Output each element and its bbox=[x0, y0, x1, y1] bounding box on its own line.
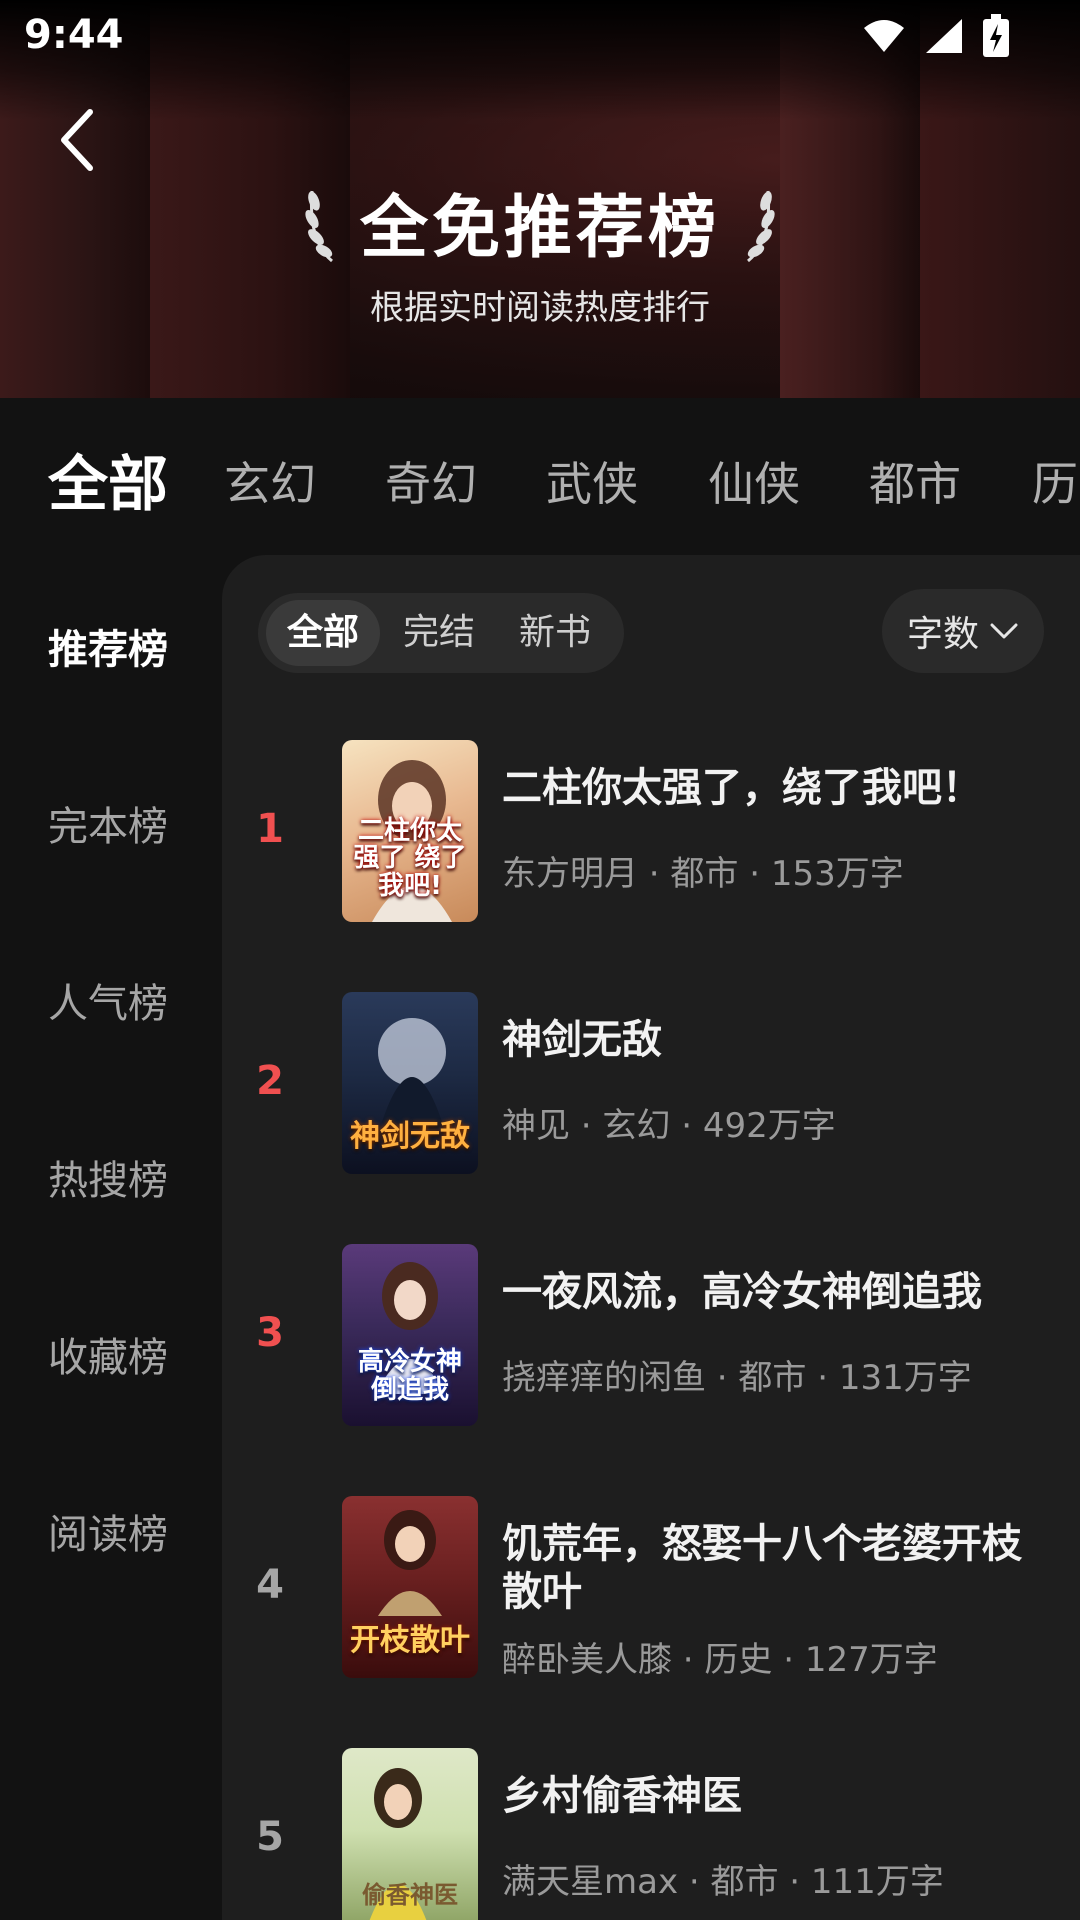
tab-wuxia[interactable]: 武侠 bbox=[546, 448, 638, 514]
cover-title: 偷香神医 bbox=[362, 1880, 458, 1909]
book-item[interactable]: 3 高冷女神 倒追我 一夜风流，高冷女神倒追我 挠痒痒的闲鱼 · 都市 · 13… bbox=[222, 1244, 1080, 1444]
tab-lishi[interactable]: 历 bbox=[1032, 448, 1078, 514]
page-title: 全免推荐榜 bbox=[302, 172, 778, 271]
chevron-down-icon bbox=[990, 623, 1018, 639]
book-cover: 高冷女神 倒追我 bbox=[342, 1244, 478, 1426]
rank-number: 1 bbox=[256, 806, 284, 852]
page-subtitle: 根据实时阅读热度排行 bbox=[370, 288, 710, 328]
book-meta: 满天星max · 都市 · 111万字 bbox=[502, 1862, 944, 1902]
back-button[interactable] bbox=[52, 100, 112, 180]
tab-xianxia[interactable]: 仙侠 bbox=[708, 448, 800, 514]
book-meta: 挠痒痒的闲鱼 · 都市 · 131万字 bbox=[502, 1358, 972, 1398]
cover-title: 神剑无敌 bbox=[350, 1118, 470, 1154]
wifi-icon bbox=[864, 20, 904, 52]
category-tabs: 全部 玄幻 奇幻 武侠 仙侠 都市 历 bbox=[0, 398, 1080, 553]
sidebar-item-favorites[interactable]: 收藏榜 bbox=[48, 1325, 168, 1383]
sort-label: 字数 bbox=[906, 614, 979, 655]
laurel-left-icon bbox=[305, 190, 333, 262]
book-cover: 二柱你太强了 绕了我吧! bbox=[342, 740, 478, 922]
rank-number: 3 bbox=[256, 1310, 284, 1356]
book-cover: 开枝散叶 bbox=[342, 1496, 478, 1678]
sidebar-item-completed[interactable]: 完本榜 bbox=[48, 794, 168, 852]
book-title: 饥荒年，怒娶十八个老婆开枝散叶 bbox=[502, 1521, 1022, 1615]
sidebar-item-popular[interactable]: 人气榜 bbox=[48, 971, 168, 1029]
page-title-wrap: 全免推荐榜 bbox=[0, 172, 1080, 271]
rank-number: 2 bbox=[256, 1058, 284, 1104]
book-cover: 偷香神医 bbox=[342, 1748, 478, 1920]
book-meta: 醉卧美人膝 · 历史 · 127万字 bbox=[502, 1640, 938, 1680]
filter-chip-all[interactable]: 全部 bbox=[266, 600, 380, 666]
book-meta: 神见 · 玄幻 · 492万字 bbox=[502, 1106, 836, 1146]
book-cover: 神剑无敌 bbox=[342, 992, 478, 1174]
tab-xuanhuan[interactable]: 玄幻 bbox=[224, 448, 316, 514]
status-time: 9:44 bbox=[24, 12, 124, 58]
battery-charging-icon bbox=[983, 14, 1009, 57]
book-title: 一夜风流，高冷女神倒追我 bbox=[502, 1269, 982, 1315]
tab-qihuan[interactable]: 奇幻 bbox=[385, 448, 477, 514]
book-title: 神剑无敌 bbox=[502, 1017, 662, 1063]
book-item[interactable]: 4 开枝散叶 饥荒年，怒娶十八个老婆开枝散叶 醉卧美人膝 · 历史 · 127万… bbox=[222, 1496, 1080, 1696]
filter-chip-new[interactable]: 新书 bbox=[498, 600, 612, 666]
sidebar-item-reading[interactable]: 阅读榜 bbox=[48, 1502, 168, 1560]
status-icons bbox=[862, 14, 1010, 58]
book-item[interactable]: 5 偷香神医 乡村偷香神医 满天星max · 都市 · 111万字 bbox=[222, 1748, 1080, 1920]
sort-dropdown[interactable]: 字数 bbox=[882, 589, 1044, 673]
cover-title: 开枝散叶 bbox=[350, 1622, 470, 1658]
tab-dushi[interactable]: 都市 bbox=[869, 448, 961, 514]
cover-title: 高冷女神 倒追我 bbox=[357, 1347, 462, 1405]
signal-icon bbox=[926, 19, 962, 53]
chevron-left-icon bbox=[61, 109, 93, 171]
rank-number: 5 bbox=[256, 1814, 284, 1860]
filter-chip-completed[interactable]: 完结 bbox=[382, 600, 496, 666]
tab-all[interactable]: 全部 bbox=[48, 436, 168, 523]
ranking-panel: 全部 完结 新书 字数 1 二柱你太强了 绕了我吧! 二柱你太强了，绕了我吧！ … bbox=[222, 555, 1080, 1920]
sidebar-item-recommend[interactable]: 推荐榜 bbox=[48, 617, 168, 675]
page-title-text: 全免推荐榜 bbox=[359, 189, 720, 268]
cover-title: 二柱你太强了 绕了我吧! bbox=[353, 816, 467, 901]
book-title: 乡村偷香神医 bbox=[502, 1773, 742, 1819]
book-title: 二柱你太强了，绕了我吧！ bbox=[502, 765, 982, 811]
book-meta: 东方明月 · 都市 · 153万字 bbox=[502, 854, 904, 894]
book-item[interactable]: 2 神剑无敌 神剑无敌 神见 · 玄幻 · 492万字 bbox=[222, 992, 1080, 1192]
status-filter-group: 全部 完结 新书 bbox=[258, 593, 624, 673]
book-item[interactable]: 1 二柱你太强了 绕了我吧! 二柱你太强了，绕了我吧！ 东方明月 · 都市 · … bbox=[222, 740, 1080, 940]
laurel-right-icon bbox=[747, 190, 775, 262]
rank-number: 4 bbox=[256, 1562, 284, 1608]
sidebar-item-hot-search[interactable]: 热搜榜 bbox=[48, 1148, 168, 1206]
status-bar: 9:44 bbox=[0, 0, 1080, 70]
ranking-sidebar: 推荐榜 完本榜 人气榜 热搜榜 收藏榜 阅读榜 bbox=[0, 553, 222, 1920]
